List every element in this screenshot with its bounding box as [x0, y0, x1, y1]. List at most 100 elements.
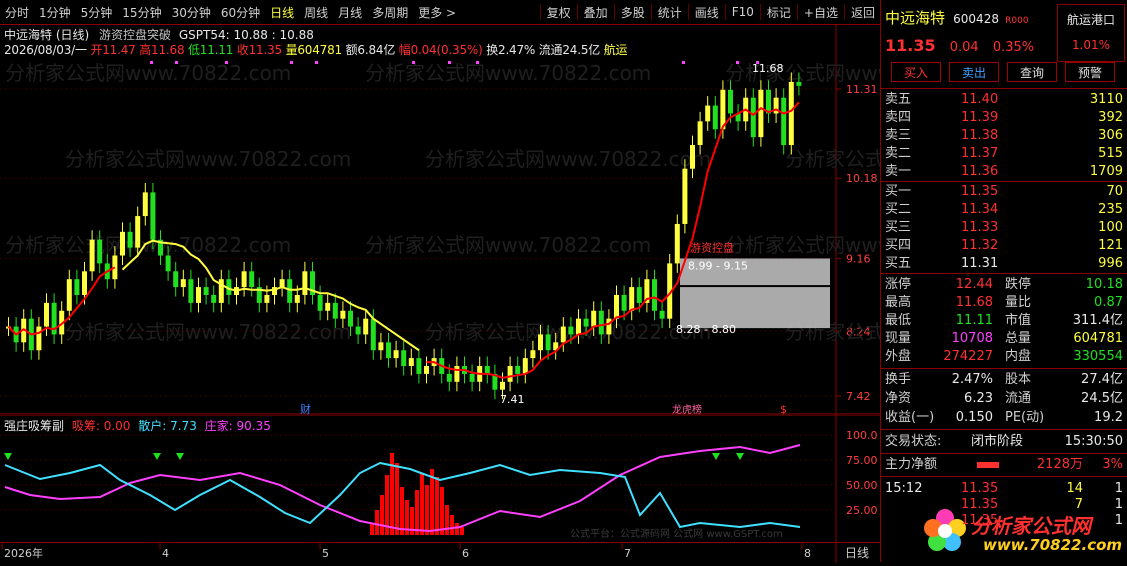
stat-value: 330554 — [1073, 349, 1123, 364]
buy-row: 买一 11.35 70 — [885, 182, 1123, 201]
stat-value: 11.68 — [955, 295, 993, 310]
xichou-bar — [435, 477, 439, 535]
sector-value: 航运 — [603, 43, 628, 57]
toolbar-tool-button[interactable]: F10 — [727, 5, 759, 19]
ohlc-line: 2026/08/03/一 开11.47 高11.68 低11.11 收11.35… — [4, 41, 628, 58]
period-tab[interactable]: 15分钟 — [117, 4, 166, 21]
candle-body — [142, 192, 148, 217]
candle-body — [568, 326, 574, 335]
buy-row: 买四 11.32 121 — [885, 236, 1123, 255]
candle-body — [302, 271, 308, 295]
zhuangjia-value: 庄家: 90.35 — [204, 419, 271, 433]
change-value: 幅0.04(0.35%) — [398, 43, 483, 57]
sell-price: 11.40 — [961, 92, 999, 107]
stat-row: 外盘 274227 内盘 330554 — [885, 347, 1123, 366]
toolbar-separator — [650, 4, 652, 20]
stat-label: 收益(一) — [885, 410, 935, 425]
event-dot — [756, 61, 759, 64]
toolbar-tool-button[interactable]: 标记 — [762, 4, 796, 21]
xichou-bar — [380, 495, 384, 535]
candle-body — [530, 350, 536, 359]
buy-signal-icon — [736, 453, 744, 460]
candle-body — [636, 287, 642, 303]
stat-value: 27.4亿 — [1081, 372, 1123, 387]
candle-body — [690, 145, 695, 169]
price-axis-label: 7.42 — [846, 390, 871, 403]
buy-price: 11.32 — [961, 238, 999, 253]
candle-body — [180, 279, 186, 288]
candle-body — [97, 239, 103, 264]
toolbar-tool-button[interactable]: 画线 — [690, 4, 724, 21]
candle-body — [758, 89, 764, 138]
toolbar-tool-button[interactable]: 返回 — [846, 4, 880, 21]
tick-row: 11.35 1 — [885, 511, 1123, 530]
candle-body — [82, 271, 87, 295]
amount-value: 额6.84亿 — [345, 43, 396, 57]
buy-level-label: 买五 — [885, 256, 912, 271]
period-tab[interactable]: 5分钟 — [76, 4, 118, 21]
trade-button[interactable]: 卖出 — [949, 62, 999, 82]
trade-button[interactable]: 买入 — [891, 62, 941, 82]
period-tab[interactable]: 多周期 — [367, 4, 413, 21]
stat-value: 604781 — [1073, 331, 1123, 346]
stat-value: 6.23 — [964, 391, 993, 406]
main-force-bar — [977, 462, 999, 468]
indicator-svg[interactable]: 100.0 75.00 50.00 25.00 公式平台：公式源码网 公式网 www.G… — [0, 414, 880, 542]
buy-signal-icon — [4, 453, 12, 460]
toolbar-tool-button[interactable]: +自选 — [799, 4, 843, 21]
kline-chart[interactable]: 11.31 10.18 9.16 8.24 7.42 分析家公式网www.70822.co… — [0, 24, 1071, 416]
stat-label: 总量 — [1005, 331, 1032, 346]
toolbar-separator — [576, 4, 578, 20]
kline-svg[interactable]: 11.3110.189.168.247.42分析家公式网www.70822.co… — [0, 24, 1071, 416]
period-tab[interactable]: 1分钟 — [34, 4, 76, 21]
watermark-text: 分析家公式网www.70822.com — [5, 61, 291, 85]
period-tab[interactable]: 30分钟 — [167, 4, 216, 21]
time-axis: 2026年 4 5 6 7 8 日线 — [0, 542, 880, 563]
toolbar-tool-button[interactable]: 多股 — [616, 4, 650, 21]
stat-value: 274227 — [943, 349, 993, 364]
min-price-label: 7.41 — [500, 393, 525, 406]
period-tab[interactable]: 分时 — [0, 4, 34, 21]
sell-price: 11.38 — [961, 128, 999, 143]
period-tab[interactable]: 月线 — [333, 4, 367, 21]
trade-button[interactable]: 查询 — [1007, 62, 1057, 82]
indicator-subchart[interactable]: 100.0 75.00 50.00 25.00 公式平台：公式源码网 公式网 www.G… — [0, 414, 880, 542]
sub-axis-label: 100.0 — [846, 429, 878, 442]
period-tab[interactable]: 日线 — [265, 4, 299, 21]
buy-volume: 70 — [1106, 184, 1123, 199]
candle-body — [560, 326, 566, 343]
watermark-text: 分析家公式网www.70822.com — [785, 147, 880, 171]
period-tab[interactable]: 周线 — [299, 4, 333, 21]
candle-body — [203, 287, 209, 295]
event-dot — [290, 61, 293, 64]
stat-label: PE(动) — [1005, 410, 1045, 425]
turnover-value: 换2.47% — [486, 43, 536, 57]
candle-body — [469, 373, 475, 382]
toolbar-tool-button[interactable]: 统计 — [653, 4, 687, 21]
toolbar-tool-button[interactable]: 叠加 — [579, 4, 613, 21]
candle-body — [705, 105, 711, 122]
candle-body — [386, 342, 391, 359]
sell-level-label: 卖一 — [885, 164, 912, 179]
candle-body — [211, 294, 217, 303]
buy-price: 11.33 — [961, 220, 999, 235]
period-tab[interactable]: 更多 > — [413, 4, 461, 21]
stat-label: 市值 — [1005, 313, 1032, 328]
stat-row: 换手 2.47% 股本 27.4亿 — [885, 370, 1123, 389]
buy-volume: 121 — [1098, 238, 1123, 253]
period-tab[interactable]: 60分钟 — [216, 4, 265, 21]
xichou-bar — [425, 485, 429, 535]
sell-level-label: 卖二 — [885, 146, 912, 161]
stat-label: 跌停 — [1005, 277, 1032, 292]
stat-label: 换手 — [885, 372, 912, 387]
toolbar-tool-button[interactable]: 复权 — [542, 4, 576, 21]
watermark-text: 分析家公式网www.70822.com — [425, 147, 711, 171]
candle-body — [781, 97, 787, 146]
time-axis-label: 6 — [462, 547, 469, 560]
trade-button[interactable]: 预警 — [1065, 62, 1115, 82]
divider — [881, 273, 1127, 274]
stat-label: 外盘 — [885, 349, 912, 364]
candle-body — [317, 294, 323, 311]
candle-body — [408, 358, 414, 367]
candle-body — [583, 318, 589, 327]
